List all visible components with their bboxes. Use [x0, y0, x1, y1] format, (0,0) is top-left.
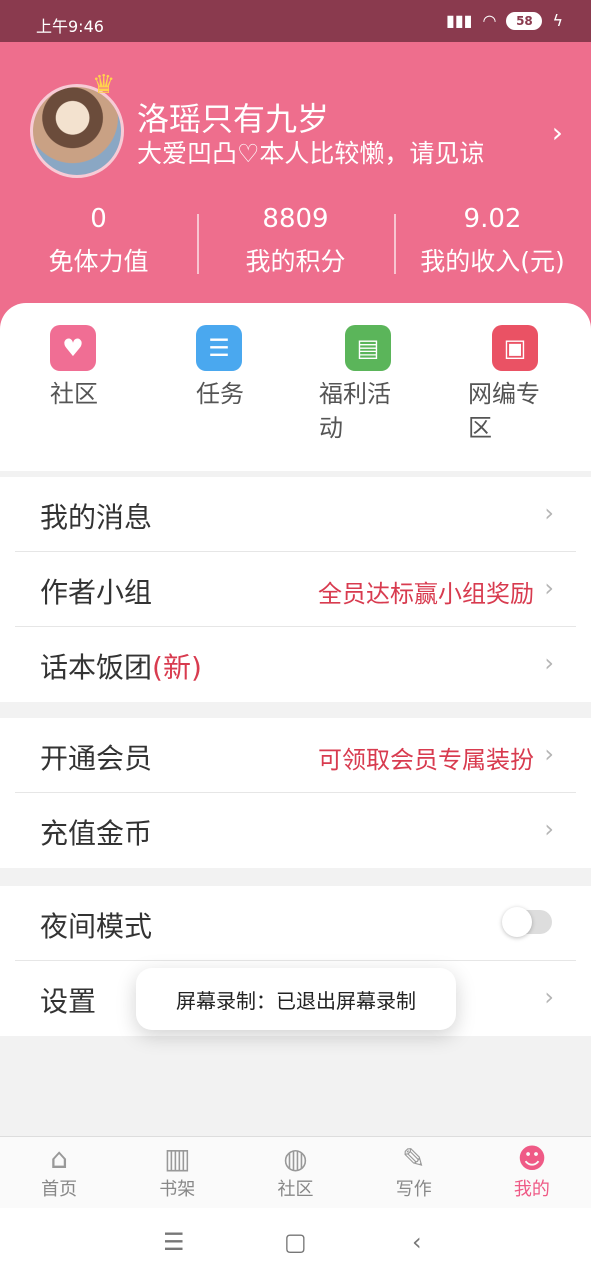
menu-label: 开通会员 — [40, 742, 153, 775]
menu-author-group[interactable]: 作者小组 全员达标赢小组奖励 › — [15, 552, 576, 627]
battery-icon: 58 — [506, 11, 543, 30]
menu-label: 充值金币 — [40, 817, 153, 850]
stat-label: 免体力值 — [48, 247, 149, 276]
quick-label: 任务 — [196, 380, 244, 408]
tab-home[interactable]: ⌂ 首页 — [0, 1137, 118, 1208]
bookshelf-icon: ▥ — [164, 1142, 191, 1175]
chevron-right-icon: › — [544, 740, 554, 768]
system-nav-bar: ☰ ▢ ‹ — [0, 1208, 591, 1280]
menu-night-mode[interactable]: 夜间模式 — [15, 886, 576, 961]
menu-hint: 全员达标赢小组奖励 — [318, 580, 534, 608]
stat-points[interactable]: 8809 我的积分 — [197, 204, 394, 284]
quick-label: 社区 — [50, 380, 98, 408]
menu-label: 夜间模式 — [40, 910, 153, 943]
profile-icon: ☻ — [517, 1142, 547, 1175]
menu-vip[interactable]: 开通会员 可领取会员专属装扮 › — [15, 718, 576, 793]
tab-community[interactable]: ◍ 社区 — [236, 1137, 354, 1208]
pen-icon: ✎ — [401, 1142, 426, 1175]
tab-mine[interactable]: ☻ 我的 — [473, 1137, 591, 1208]
menu-label: 设置 — [40, 985, 97, 1018]
tab-label: 写作 — [395, 1179, 432, 1200]
home-icon: ⌂ — [50, 1142, 68, 1175]
back-icon[interactable]: ‹ — [412, 1228, 422, 1256]
heart-envelope-icon: ♥ — [50, 325, 96, 371]
stat-label: 我的积分 — [245, 247, 346, 276]
gift-icon: ▣ — [492, 325, 538, 371]
stat-value: 8809 — [262, 204, 329, 234]
chevron-right-icon: › — [544, 574, 554, 602]
profile-header[interactable]: ♛ 洛瑶只有九岁 大爱凹凸♡本人比较懒，请见谅 › 0 免体力值 8809 我的… — [0, 42, 591, 342]
menu-group-2: 开通会员 可领取会员专属装扮 › 充值金币 › — [0, 718, 591, 868]
quick-actions: ♥ 社区 ☰ 任务 ▤ 福利活动 ▣ 网编专区 — [0, 303, 591, 471]
planet-icon: ◍ — [283, 1142, 308, 1175]
stat-income[interactable]: 9.02 我的收入(元) — [394, 204, 591, 284]
menu-fan-group[interactable]: 话本饭团(新) › — [15, 627, 576, 702]
quick-label: 福利活动 — [319, 380, 391, 442]
menu-label: 作者小组 — [40, 576, 153, 609]
toggle-knob — [502, 907, 532, 937]
night-mode-toggle[interactable] — [502, 907, 552, 937]
signal-icon: ▮▮▮ — [446, 11, 473, 30]
menu-group-1: 我的消息 › 作者小组 全员达标赢小组奖励 › 话本饭团(新) › — [0, 477, 591, 702]
tab-label: 我的 — [513, 1179, 550, 1200]
stat-stamina[interactable]: 0 免体力值 — [0, 204, 197, 284]
crown-icon: ♛ — [92, 70, 116, 100]
tab-label: 社区 — [277, 1179, 314, 1200]
quick-label: 网编专区 — [468, 380, 540, 442]
chevron-right-icon: › — [544, 649, 554, 677]
quick-community[interactable]: ♥ 社区 — [50, 325, 170, 411]
tab-label: 书架 — [159, 1179, 196, 1200]
status-icons: ▮▮▮ ◠ 58 ϟ — [446, 11, 563, 30]
wifi-icon: ◠ — [482, 11, 497, 30]
quick-tasks[interactable]: ☰ 任务 — [196, 325, 316, 411]
menu-label: 我的消息 — [40, 501, 153, 534]
notepad-icon: ☰ — [196, 325, 242, 371]
stat-value: 0 — [90, 204, 107, 234]
menu-label: 话本饭团(新) — [40, 646, 202, 686]
menu-my-messages[interactable]: 我的消息 › — [15, 477, 576, 552]
quick-benefits[interactable]: ▤ 福利活动 — [319, 325, 465, 445]
status-time: 上午9:46 — [36, 17, 104, 36]
chevron-right-icon: › — [544, 815, 554, 843]
charging-icon: ϟ — [552, 11, 563, 30]
tab-bookshelf[interactable]: ▥ 书架 — [118, 1137, 236, 1208]
stats-row: 0 免体力值 8809 我的积分 9.02 我的收入(元) — [0, 204, 591, 284]
fan-group-text: 话本饭团 — [40, 651, 153, 684]
quick-editor-zone[interactable]: ▣ 网编专区 — [468, 325, 591, 445]
chevron-right-icon: › — [544, 983, 554, 1011]
bottom-tab-bar: ⌂ 首页 ▥ 书架 ◍ 社区 ✎ 写作 ☻ 我的 — [0, 1136, 591, 1208]
chevron-right-icon[interactable]: › — [552, 116, 563, 149]
stat-label: 我的收入(元) — [420, 247, 565, 276]
new-badge: (新) — [152, 651, 202, 684]
home-square-icon[interactable]: ▢ — [284, 1228, 307, 1256]
chevron-right-icon: › — [544, 499, 554, 527]
newspaper-icon: ▤ — [345, 325, 391, 371]
user-signature: 大爱凹凸♡本人比较懒，请见谅 — [137, 139, 485, 168]
menu-icon[interactable]: ☰ — [163, 1228, 185, 1256]
tab-label: 首页 — [41, 1179, 78, 1200]
menu-hint: 可领取会员专属装扮 — [318, 746, 534, 774]
status-bar: 上午9:46 ▮▮▮ ◠ 58 ϟ — [0, 0, 591, 42]
tab-writing[interactable]: ✎ 写作 — [355, 1137, 473, 1208]
screen-record-toast: 屏幕录制：已退出屏幕录制 — [136, 968, 456, 1030]
stat-value: 9.02 — [463, 204, 522, 234]
menu-recharge[interactable]: 充值金币 › — [15, 793, 576, 868]
